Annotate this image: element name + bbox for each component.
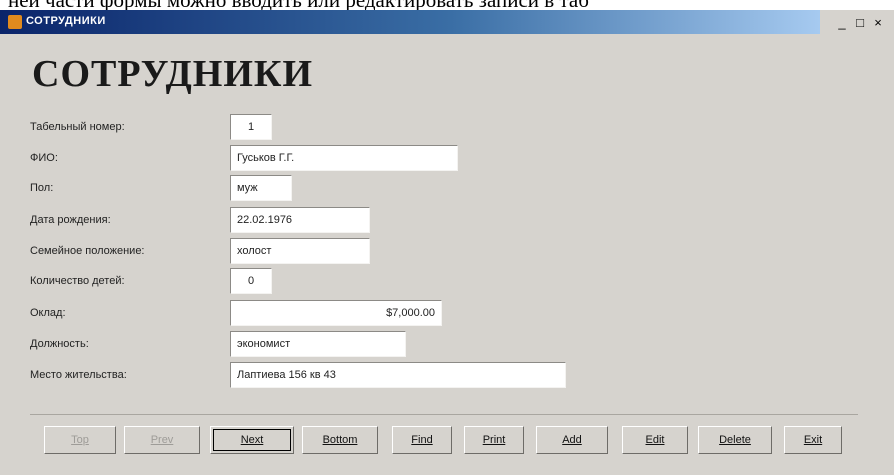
edit-button[interactable]: Edit	[622, 426, 688, 454]
marital-status-field[interactable]: холост	[230, 238, 370, 264]
add-button[interactable]: Add	[536, 426, 608, 454]
label-children-count: Количество детей:	[30, 275, 125, 287]
label-salary: Оклад:	[30, 307, 66, 319]
label-position: Должность:	[30, 338, 89, 350]
exit-button[interactable]: Exit	[784, 426, 842, 454]
children-count-field[interactable]: 0	[230, 268, 272, 294]
close-button[interactable]: ×	[870, 16, 886, 30]
next-button[interactable]: Next	[210, 426, 294, 454]
maximize-button[interactable]: □	[852, 16, 868, 30]
label-address: Место жительства:	[30, 369, 127, 381]
address-field[interactable]: Лаптиева 156 кв 43	[230, 362, 566, 388]
find-button[interactable]: Find	[392, 426, 452, 454]
bottom-button[interactable]: Bottom	[302, 426, 378, 454]
prev-button[interactable]: Prev	[124, 426, 200, 454]
window-title: СОТРУДНИКИ	[26, 15, 106, 27]
birth-date-field[interactable]: 22.02.1976	[230, 207, 370, 233]
form-heading: СОТРУДНИКИ	[32, 53, 314, 95]
top-button[interactable]: Top	[44, 426, 116, 454]
label-employee-number: Табельный номер:	[30, 121, 125, 133]
minimize-button[interactable]: _	[834, 16, 850, 30]
delete-button[interactable]: Delete	[698, 426, 772, 454]
label-full-name: ФИО:	[30, 152, 58, 164]
document-text-line: ней части формы можно вводить или редакт…	[0, 0, 894, 10]
app-icon[interactable]	[8, 15, 22, 29]
title-bar-gradient	[0, 10, 820, 34]
salary-field[interactable]: $7,000.00	[230, 300, 442, 326]
full-name-field[interactable]: Гуськов Г.Г.	[230, 145, 458, 171]
gender-field[interactable]: муж	[230, 175, 292, 201]
print-button[interactable]: Print	[464, 426, 524, 454]
label-birth-date: Дата рождения:	[30, 214, 111, 226]
employees-window: СОТРУДНИКИ _ □ × СОТРУДНИКИ Табельный но…	[0, 10, 894, 475]
title-bar[interactable]: СОТРУДНИКИ _ □ ×	[0, 10, 894, 36]
employee-number-field[interactable]: 1	[230, 114, 272, 140]
label-gender: Пол:	[30, 182, 54, 194]
label-marital-status: Семейное положение:	[30, 245, 145, 257]
position-field[interactable]: экономист	[230, 331, 406, 357]
